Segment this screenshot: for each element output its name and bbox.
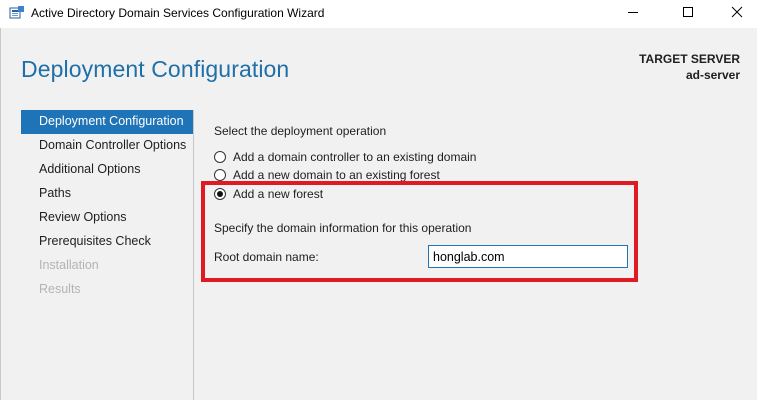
nav-item-domain-controller-options[interactable]: Domain Controller Options [21,134,193,158]
title-bar: Active Directory Domain Services Configu… [0,0,757,28]
highlight-box [201,181,638,282]
option-new-domain-label[interactable]: Add a new domain to an existing forest [233,168,440,182]
minimize-icon [627,6,639,21]
server-manager-icon [9,6,25,20]
minimize-button[interactable] [610,0,656,26]
nav-item-results: Results [39,282,81,296]
target-server-name: ad-server [685,68,740,82]
nav-item-additional-options[interactable]: Additional Options [21,158,193,182]
nav-item-paths[interactable]: Paths [21,182,193,206]
nav-item-prerequisites-check[interactable]: Prerequisites Check [21,230,193,254]
option-existing-domain-label[interactable]: Add a domain controller to an existing d… [233,150,476,164]
operation-label: Select the deployment operation [214,124,387,138]
maximize-icon [682,6,694,21]
wizard-nav: Deployment Configuration Domain Controll… [21,110,193,302]
window-border [0,28,1,400]
nav-item-deployment-configuration[interactable]: Deployment Configuration [21,110,193,134]
target-server-label: TARGET SERVER [639,52,740,66]
close-icon [731,6,743,21]
radio-new-domain[interactable] [214,169,226,181]
maximize-button[interactable] [665,0,711,26]
radio-existing-domain[interactable] [214,151,226,163]
window-title: Active Directory Domain Services Configu… [31,6,325,20]
nav-item-review-options[interactable]: Review Options [21,206,193,230]
nav-item-installation: Installation [39,258,99,272]
close-button[interactable] [714,0,757,26]
page-title: Deployment Configuration [21,56,290,82]
option-existing-domain[interactable]: Add a domain controller to an existing d… [214,149,476,165]
